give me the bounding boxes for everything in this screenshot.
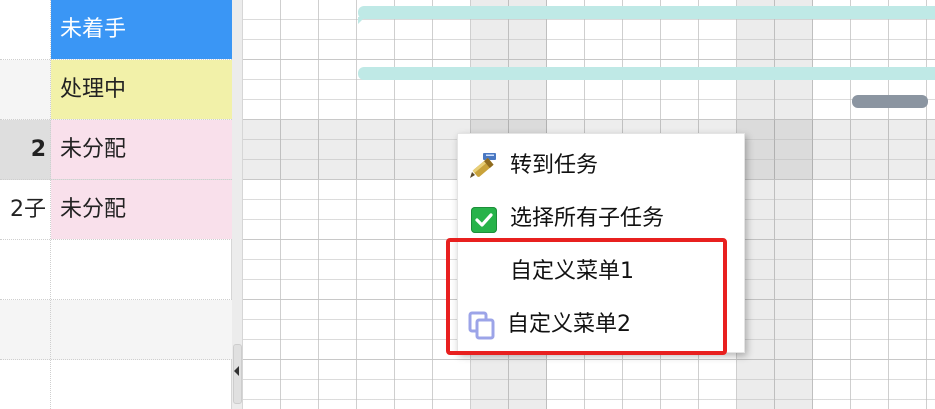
status-cell[interactable] xyxy=(51,360,232,409)
table-row[interactable]: 2 未分配 xyxy=(0,120,232,180)
table-row[interactable]: 未着手 xyxy=(0,0,232,60)
task-bar-marker xyxy=(358,17,365,24)
copy-icon xyxy=(468,310,498,340)
menu-item-goto-task[interactable]: 转到任务 xyxy=(458,141,744,191)
table-row[interactable] xyxy=(0,360,232,409)
task-name-cell[interactable]: 2 xyxy=(0,120,51,179)
status-cell[interactable] xyxy=(51,240,232,299)
menu-item-label: 自定义菜单1 xyxy=(510,259,634,284)
status-cell[interactable] xyxy=(51,300,232,359)
checkbox-icon xyxy=(471,207,497,233)
app-root: 未着手 处理中 2 未分配 2子 未分配 转到任务 选择所有子任务 自定义菜单1… xyxy=(0,0,935,409)
collapse-left-arrow-icon[interactable] xyxy=(234,366,239,376)
table-row[interactable]: 处理中 xyxy=(0,60,232,120)
pane-splitter[interactable] xyxy=(232,0,243,409)
task-bar[interactable] xyxy=(852,95,928,108)
task-name-cell[interactable] xyxy=(0,300,51,359)
status-cell[interactable]: 未分配 xyxy=(51,180,232,239)
task-grid: 未着手 处理中 2 未分配 2子 未分配 xyxy=(0,0,232,409)
menu-item-custom-2[interactable]: 自定义菜单2 xyxy=(458,300,744,350)
table-row[interactable] xyxy=(0,240,232,300)
menu-item-custom-1[interactable]: 自定义菜单1 xyxy=(458,247,744,297)
weekend-column xyxy=(737,0,813,409)
task-name-cell[interactable] xyxy=(0,240,51,299)
menu-item-label: 转到任务 xyxy=(510,153,599,178)
task-bar[interactable] xyxy=(358,67,935,80)
status-cell[interactable]: 未着手 xyxy=(51,0,232,59)
task-bar[interactable] xyxy=(358,6,935,19)
table-row[interactable] xyxy=(0,300,232,360)
menu-item-select-all-children[interactable]: 选择所有子任务 xyxy=(458,194,744,244)
task-name-cell[interactable] xyxy=(0,60,51,119)
pen-icon xyxy=(468,151,498,181)
menu-item-label: 选择所有子任务 xyxy=(510,206,665,231)
task-name-cell[interactable] xyxy=(0,360,51,409)
task-name-cell[interactable] xyxy=(0,0,51,59)
context-menu: 转到任务 选择所有子任务 自定义菜单1 自定义菜单2 xyxy=(457,133,745,353)
status-cell[interactable]: 处理中 xyxy=(51,60,232,119)
table-row[interactable]: 2子 未分配 xyxy=(0,180,232,240)
menu-item-label: 自定义菜单2 xyxy=(507,312,631,337)
status-cell[interactable]: 未分配 xyxy=(51,120,232,179)
task-name-cell[interactable]: 2子 xyxy=(0,180,51,239)
